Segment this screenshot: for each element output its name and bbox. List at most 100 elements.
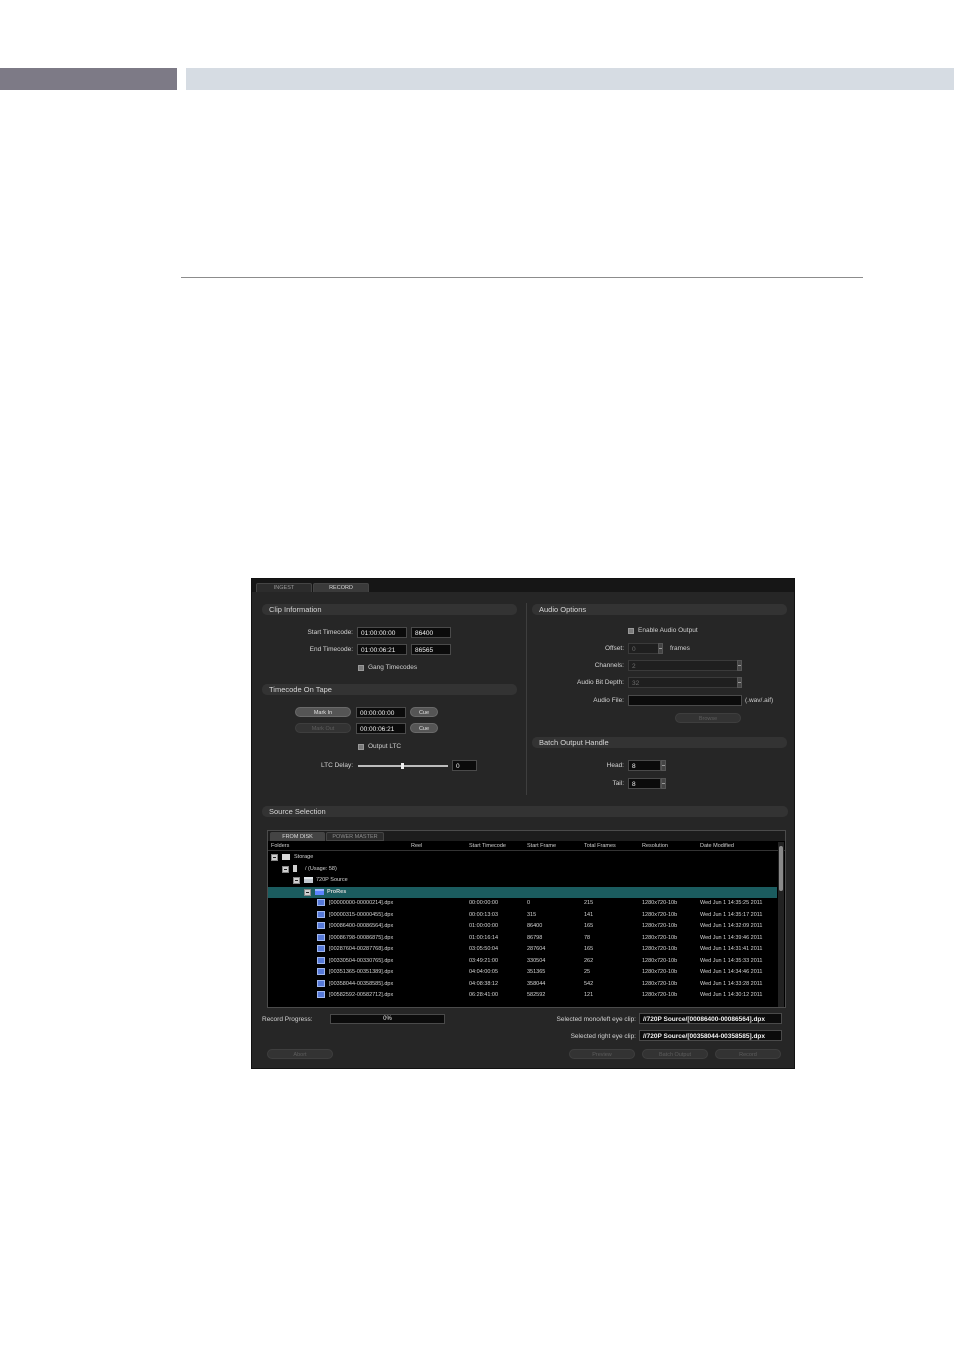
timecode-on-tape-header: Timecode On Tape [262, 684, 517, 695]
audio-file-input[interactable] [628, 695, 742, 706]
mark-in-timecode-input[interactable]: 00:00:00:00 [356, 707, 406, 718]
section-rule [181, 277, 863, 278]
start-frame-input[interactable]: 86400 [411, 627, 451, 638]
tail-label: Tail: [612, 780, 624, 787]
mark-in-button[interactable]: Mark In [295, 707, 351, 717]
head-stepper[interactable] [661, 760, 666, 771]
folder-row[interactable]: / (Usage: 58) [268, 864, 777, 875]
file-row[interactable]: [00287604-00287768].dpx 03:05:50:04 287604… [268, 944, 777, 955]
file-res-cell: 1280x720-10b [642, 946, 678, 952]
mark-out-button[interactable]: Mark Out [295, 723, 351, 733]
scrollbar-thumb[interactable] [779, 846, 783, 891]
collapse-toggle-icon[interactable] [282, 865, 289, 873]
head-label: Head: [606, 762, 624, 769]
page-header-bar-right [186, 68, 954, 90]
mark-out-timecode-input[interactable]: 00:00:06:21 [356, 723, 406, 734]
channels-select[interactable]: 2 [628, 660, 742, 671]
collapse-toggle-icon[interactable] [271, 854, 278, 861]
record-button[interactable]: Record [715, 1049, 781, 1059]
audio-file-label: Audio File: [593, 697, 624, 704]
tail-stepper[interactable] [661, 778, 666, 789]
file-total-cell: 165 [584, 923, 594, 929]
audio-bit-depth-dropdown-arrow[interactable] [737, 677, 742, 688]
folder-row[interactable]: Storage [268, 852, 777, 863]
enable-audio-output-checkbox[interactable] [628, 628, 634, 634]
column-reel[interactable]: Reel [411, 842, 422, 850]
file-res-cell: 1280x720-10b [642, 969, 678, 975]
file-row[interactable]: [00351365-00351389].dpx 04:04:00:05 351365… [268, 967, 777, 978]
right-eye-clip-field: //720P Source/[00358044-00358585].dpx [639, 1030, 782, 1041]
record-window: INGEST RECORD Clip Information Start Tim… [251, 578, 795, 1069]
file-row[interactable]: [00000315-00000455].dpx 00:00:13:03 315 141… [268, 910, 777, 921]
file-row[interactable]: [00086798-00086875].dpx 01:00:16:14 86798 7… [268, 933, 777, 944]
file-total-cell: 121 [584, 992, 594, 998]
tab-from-disk[interactable]: FROM DISK [270, 832, 325, 841]
file-row[interactable]: [00330504-00330765].dpx 03:49:21:00 330504… [268, 956, 777, 967]
file-start-cell: 86798 [527, 934, 543, 941]
end-frame-input[interactable]: 86565 [411, 644, 451, 655]
ltc-delay-slider-handle[interactable] [401, 763, 404, 769]
ltc-delay-input[interactable]: 0 [452, 760, 477, 771]
audio-bit-depth-select[interactable]: 32 [628, 677, 742, 688]
storage-icon [282, 854, 290, 860]
gang-timecodes-checkbox[interactable] [358, 665, 364, 671]
column-folders[interactable]: Folders [271, 842, 289, 850]
start-timecode-label: Start Timecode: [307, 629, 353, 636]
file-row[interactable]: [00582592-00582712].dpx 06:28:41:00 582592… [268, 990, 777, 1001]
image-sequence-icon [317, 979, 325, 987]
cue-out-button[interactable]: Cue [410, 723, 438, 733]
file-date-cell: Wed Jun 1 14:34:46 2011 [700, 969, 763, 975]
enable-audio-output-label: Enable Audio Output [638, 627, 698, 634]
abort-button[interactable]: Abort [267, 1049, 333, 1059]
file-row[interactable]: [00000000-00000214].dpx 00:00:00:00 0 215 12… [268, 898, 777, 909]
column-total-frames[interactable]: Total Frames [584, 842, 616, 850]
panel-divider [526, 603, 527, 795]
collapse-toggle-icon[interactable] [304, 888, 311, 896]
end-timecode-input[interactable]: 01:00:06:21 [357, 644, 407, 655]
image-sequence-icon [317, 910, 325, 918]
column-start-timecode[interactable]: Start Timecode [469, 842, 506, 850]
column-start-frame[interactable]: Start Frame [527, 842, 556, 850]
folder-row[interactable]: 720P Source [268, 875, 777, 886]
end-timecode-label: End Timecode: [309, 646, 353, 653]
offset-stepper[interactable] [658, 643, 663, 654]
mono-left-clip-field: //720P Source/[00086400-00086564].dpx [639, 1013, 782, 1024]
audio-file-ext-label: (.wav/.aif) [745, 697, 774, 704]
file-tc-cell: 00:00:00:00 [469, 900, 499, 906]
file-start-cell: 315 [527, 911, 537, 918]
folder-row[interactable]: ProRes [268, 886, 777, 898]
file-start-cell: 351365 [527, 969, 546, 975]
file-browser: FROM DISK POWER MASTER Folders Reel Star… [267, 830, 786, 1008]
offset-label: Offset: [604, 645, 624, 652]
file-row[interactable]: [00086400-00086564].dpx 01:00:00:00 86400 1… [268, 921, 777, 932]
file-name: [00330504-00330765].dpx [329, 957, 394, 964]
tab-power-master[interactable]: POWER MASTER [326, 832, 384, 841]
tab-record[interactable]: RECORD [313, 583, 369, 592]
browse-audio-button[interactable]: Browse [675, 713, 741, 723]
file-row[interactable]: [00358044-00358585].dpx 04:08:38:12 358044… [268, 979, 777, 990]
preview-button[interactable]: Preview [569, 1049, 635, 1059]
header-separator [268, 850, 785, 851]
file-name: [00287604-00287768].dpx [329, 946, 394, 952]
column-date-modified[interactable]: Date Modified [700, 842, 734, 850]
tab-ingest[interactable]: INGEST [256, 583, 312, 592]
file-total-cell: 165 [584, 946, 594, 952]
audio-bit-depth-label: Audio Bit Depth: [577, 679, 624, 686]
file-name: [00351365-00351389].dpx [329, 969, 394, 975]
vertical-scrollbar[interactable] [778, 842, 784, 1007]
output-ltc-checkbox[interactable] [358, 744, 364, 750]
head-input[interactable]: 8 [628, 760, 661, 771]
channels-dropdown-arrow[interactable] [737, 660, 742, 671]
offset-input[interactable]: 0 [628, 643, 661, 654]
start-timecode-input[interactable]: 01:00:00:00 [357, 627, 407, 638]
batch-output-button[interactable]: Batch Output [642, 1049, 708, 1059]
collapse-toggle-icon[interactable] [293, 877, 300, 884]
column-resolution[interactable]: Resolution [642, 842, 668, 850]
page-header-bar-left [0, 68, 177, 90]
cue-in-button[interactable]: Cue [410, 707, 438, 717]
file-name: [00000315-00000455].dpx [329, 911, 394, 918]
main-tab-bar: INGEST RECORD [252, 579, 794, 592]
file-res-cell: 1280x720-10b [642, 980, 678, 987]
file-tc-cell: 04:08:38:12 [469, 980, 499, 987]
tail-input[interactable]: 8 [628, 778, 661, 789]
